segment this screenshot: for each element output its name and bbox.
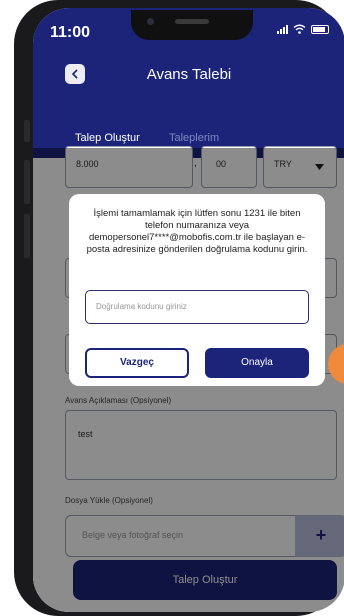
status-icons	[277, 24, 329, 34]
tab-create-request[interactable]: Talep Oluştur	[75, 132, 140, 150]
volume-up-button	[24, 160, 30, 204]
signal-icon	[277, 24, 288, 34]
speaker-icon	[175, 19, 209, 24]
app-header: 11:00 Avans Talebi Talep Oluştur Taleple…	[33, 8, 344, 158]
modal-message: İşlemi tamamlamak için lütfen sonu 1231 …	[86, 208, 308, 255]
battery-icon	[311, 24, 329, 34]
verification-modal: İşlemi tamamlamak için lütfen sonu 1231 …	[69, 194, 325, 386]
camera-icon	[147, 18, 154, 25]
confirm-button[interactable]: Onayla	[205, 348, 309, 378]
cancel-button[interactable]: Vazgeç	[85, 348, 189, 378]
page-title: Avans Talebi	[146, 66, 232, 83]
mute-switch	[24, 120, 30, 142]
screen: 11:00 Avans Talebi Talep Oluştur Taleple…	[33, 8, 344, 612]
status-time: 11:00	[50, 24, 91, 41]
phone-frame: 11:00 Avans Talebi Talep Oluştur Taleple…	[14, 0, 344, 616]
tab-my-requests[interactable]: Taleplerim	[169, 132, 219, 144]
volume-down-button	[24, 214, 30, 258]
wifi-icon	[293, 24, 306, 34]
notch	[131, 10, 253, 40]
verification-code-input[interactable]: Doğrulama kodunu giriniz	[85, 290, 309, 324]
